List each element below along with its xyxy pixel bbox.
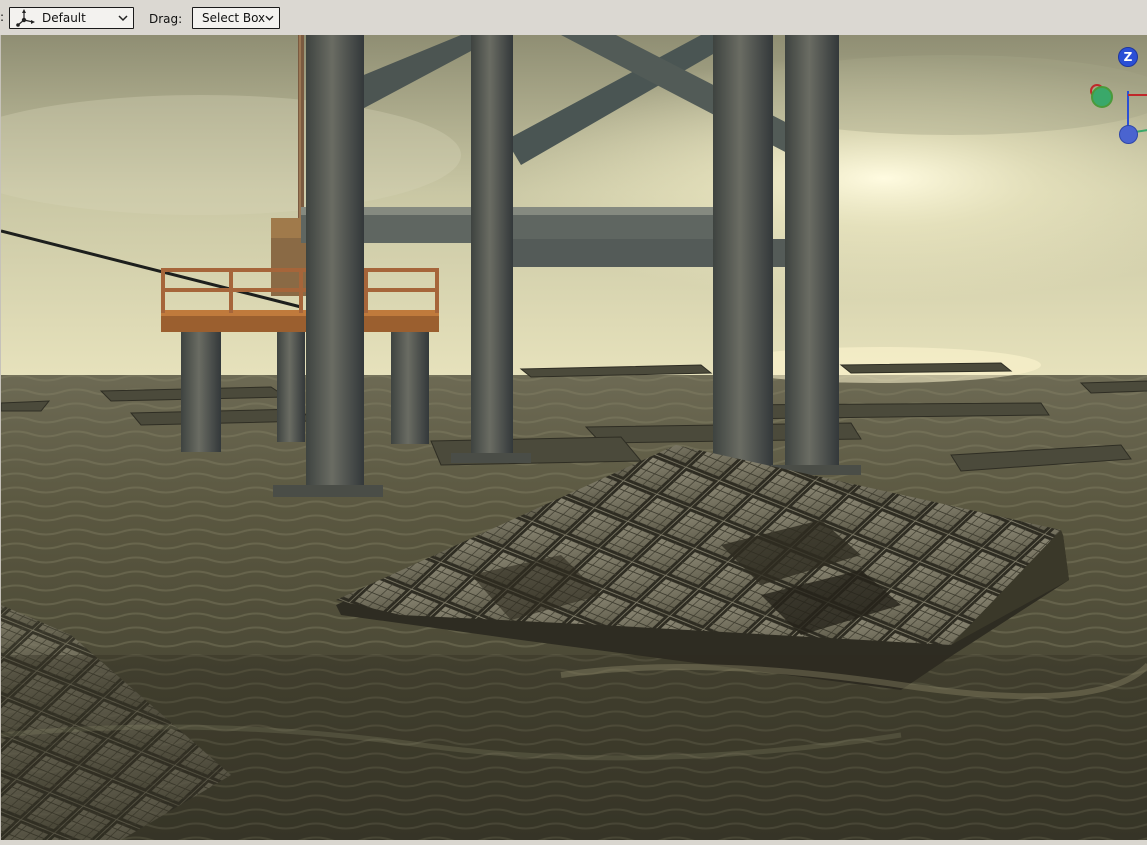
viewport-bottom-edge: [0, 840, 1147, 845]
chevron-down-icon: [118, 15, 128, 22]
3d-viewport[interactable]: Z: [0, 35, 1147, 840]
chevron-down-icon: [265, 15, 274, 21]
drag-label: Drag:: [149, 12, 183, 26]
orientation-value: Default: [42, 11, 86, 25]
toolbar-prefix: :: [0, 10, 5, 24]
transform-orientation-icon: [16, 9, 35, 27]
transform-orientation-dropdown[interactable]: Default: [9, 7, 134, 29]
gizmo-z-axis[interactable]: Z: [1118, 47, 1138, 67]
header-toolbar: : Default Drag: Select Box: [0, 0, 1147, 36]
gizmo-y-axis[interactable]: [1091, 86, 1113, 108]
drag-mode-dropdown[interactable]: Select Box: [192, 7, 280, 29]
viewport-render: [1, 35, 1147, 840]
drag-mode-value: Select Box: [202, 11, 266, 25]
gizmo-z-negative[interactable]: [1119, 125, 1138, 144]
